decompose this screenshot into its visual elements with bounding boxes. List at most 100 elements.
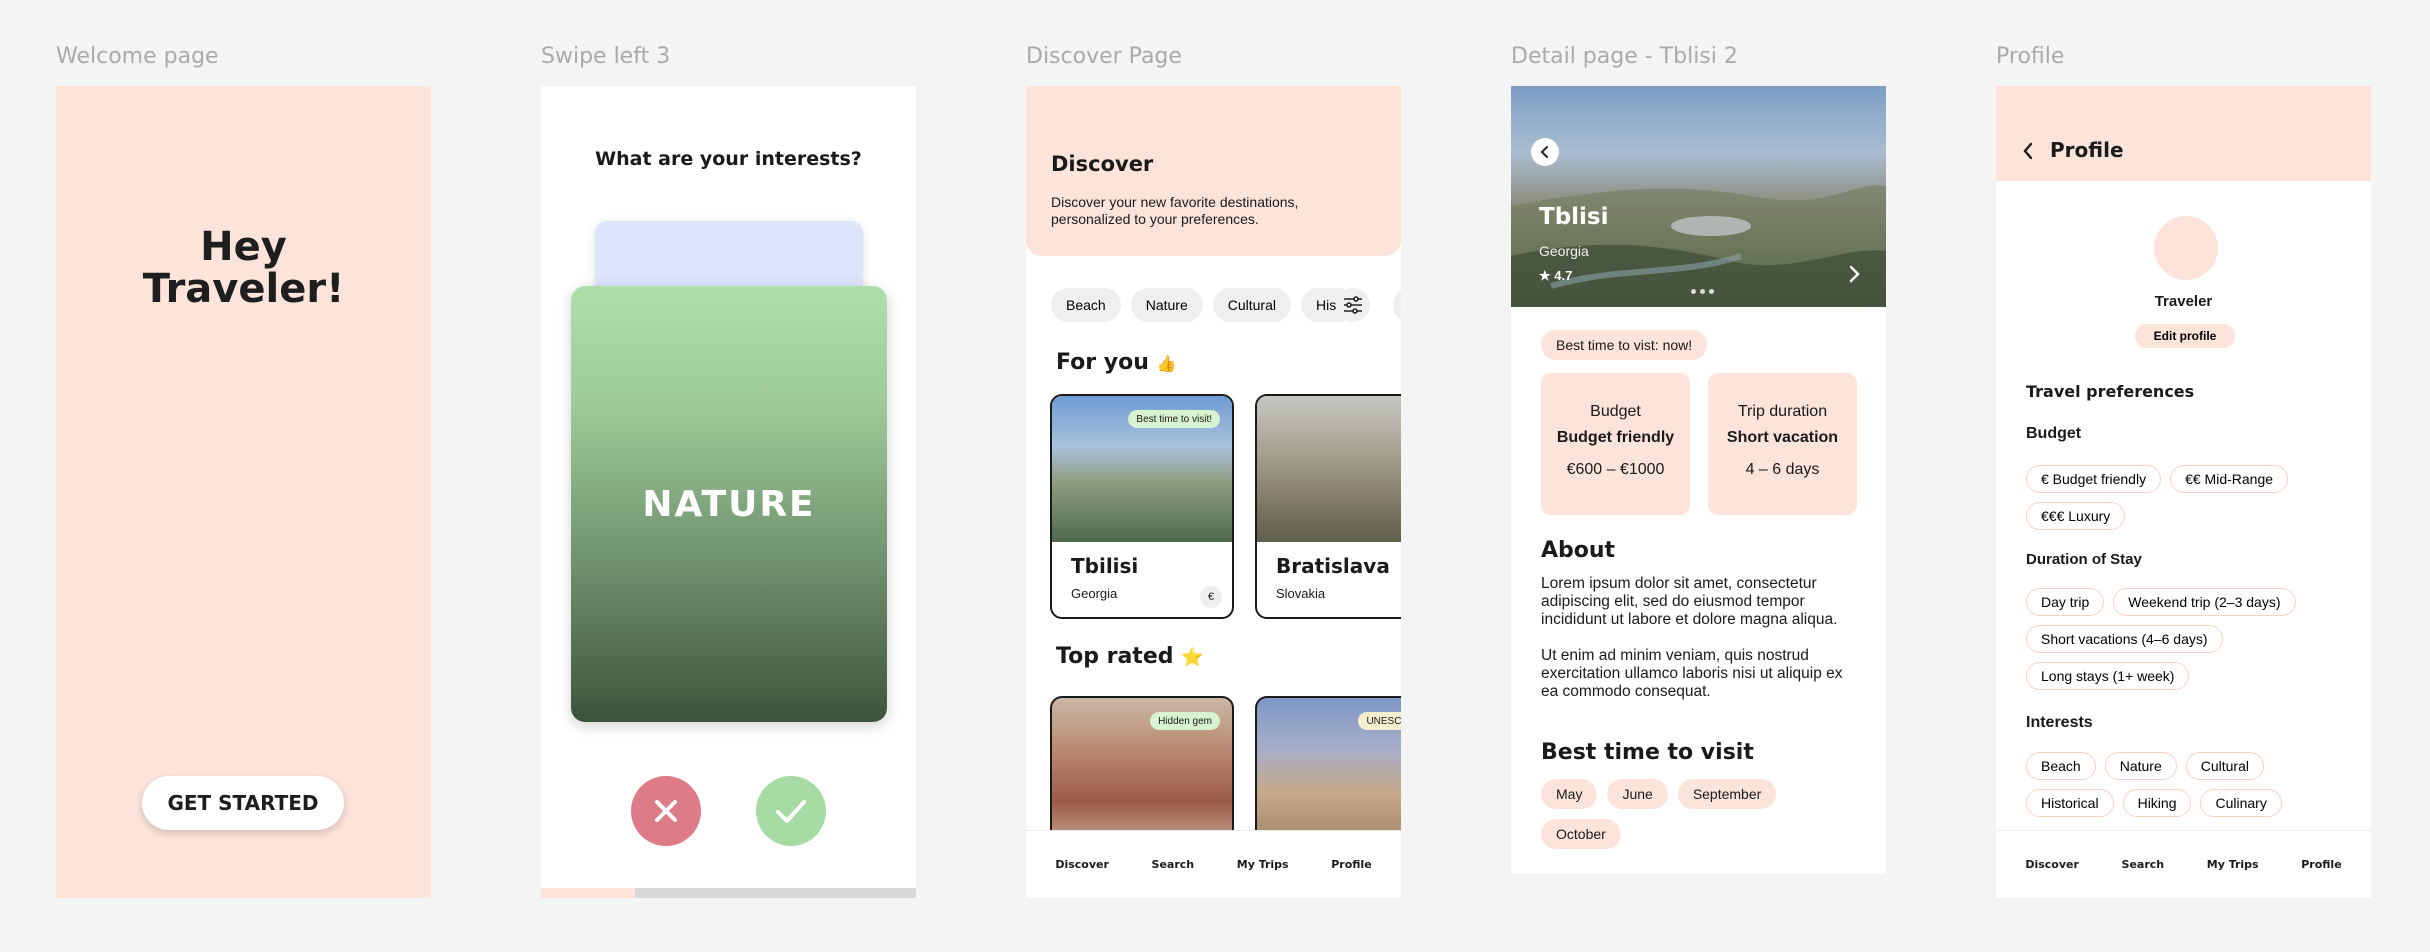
bottom-tab-bar: Discover Search My Trips Profile (1996, 830, 2371, 898)
close-icon (655, 800, 677, 822)
interest-option-historical[interactable]: Historical (2026, 789, 2114, 817)
frame-label-detail: Detail page - Tblisi 2 (1511, 44, 1738, 69)
tab-search[interactable]: Search (1152, 858, 1195, 871)
profile-screen: Profile Traveler Edit profile Travel pre… (1996, 86, 2371, 898)
chip-beach[interactable]: Beach (1051, 288, 1121, 322)
about-paragraph-1: Lorem ipsum dolor sit amet, consectetur … (1541, 575, 1838, 628)
discover-subtitle: Discover your new favorite destinations,… (1051, 194, 1299, 227)
profile-title: Profile (2050, 138, 2124, 162)
interest-option-nature[interactable]: Nature (2104, 752, 2177, 780)
interests-question: What are your interests? (595, 148, 862, 170)
duration-value: Short vacation (1726, 429, 1839, 446)
interest-options: Beach Nature Cultural Historical Hiking … (2026, 752, 2356, 817)
duration-range: 4 – 6 days (1745, 461, 1820, 478)
avatar (2154, 216, 2218, 280)
interest-card[interactable]: NATURE (571, 286, 887, 722)
for-you-heading: For you 👍 (1056, 350, 1176, 375)
duration-option-long-stay[interactable]: Long stays (1+ week) (2026, 662, 2190, 690)
budget-heading: Budget (2026, 425, 2082, 442)
interest-card-label: NATURE (642, 484, 816, 525)
month-chip: May (1541, 779, 1598, 809)
interests-heading: Interests (2026, 714, 2093, 731)
edit-profile-button[interactable]: Edit profile (2135, 324, 2235, 348)
interest-option-cultural[interactable]: Cultural (2185, 752, 2264, 780)
frame-label-welcome: Welcome page (56, 44, 219, 69)
duration-option-short-vacation[interactable]: Short vacations (4–6 days) (2026, 625, 2223, 653)
duration-option-day-trip[interactable]: Day trip (2026, 588, 2105, 616)
frame-label-swipe: Swipe left 3 (541, 44, 671, 69)
get-started-button[interactable]: GET STARTED (142, 776, 344, 830)
about-paragraph-2: Ut enim ad minim veniam, quis nostrud ex… (1541, 647, 1843, 700)
next-image-button[interactable] (1848, 264, 1862, 287)
swipe-screen: What are your interests? NATURE (541, 86, 916, 898)
detail-screen: Tblisi Georgia ★ 4.7 Best time to vist: … (1511, 86, 1886, 874)
swipe-progress-fill (541, 888, 635, 898)
destination-card-tbilisi[interactable]: Best time to visit! Tbilisi Georgia € (1050, 394, 1234, 619)
tab-search[interactable]: Search (2122, 858, 2165, 871)
destination-country: Georgia (1071, 586, 1118, 601)
budget-box: Budget Budget friendly €600 – €1000 (1541, 373, 1690, 515)
best-time-heading: Best time to visit (1541, 740, 1754, 765)
top-rated-card-1[interactable]: Hidden gem (1050, 696, 1234, 846)
star-icon: ⭐ (1181, 647, 1204, 668)
destination-rating: ★ 4.7 (1539, 268, 1573, 283)
frame-label-discover: Discover Page (1026, 44, 1182, 69)
duration-box: Trip duration Short vacation 4 – 6 days (1708, 373, 1857, 515)
destination-card-bratislava[interactable]: Bratislava Slovakia € (1255, 394, 1401, 619)
budget-title: Budget (1590, 403, 1641, 420)
tab-discover[interactable]: Discover (1055, 858, 1109, 871)
destination-country: Slovakia (1276, 586, 1326, 601)
accept-button[interactable] (756, 776, 826, 846)
destination-name: Tbilisi (1071, 554, 1139, 578)
user-name: Traveler (2154, 293, 2213, 310)
interest-option-hiking[interactable]: Hiking (2122, 789, 2192, 817)
back-button[interactable] (1531, 138, 1559, 166)
best-time-pill: Best time to vist: now! (1541, 330, 1708, 360)
budget-range: €600 – €1000 (1566, 461, 1665, 478)
destination-hero-image: Tblisi Georgia ★ 4.7 (1511, 86, 1886, 307)
tab-my-trips[interactable]: My Trips (1237, 858, 1289, 871)
duration-options: Day trip Weekend trip (2–3 days) Short v… (2026, 588, 2356, 690)
welcome-headline: Hey Traveler! (56, 226, 431, 310)
unesco-tag: UNESCO s (1358, 712, 1401, 730)
travel-preferences-heading: Travel preferences (2026, 382, 2195, 401)
interest-option-beach[interactable]: Beach (2026, 752, 2096, 780)
filter-button[interactable] (1336, 288, 1370, 322)
tab-profile[interactable]: Profile (2301, 858, 2341, 871)
chip-nature[interactable]: Nature (1130, 288, 1203, 322)
duration-option-weekend[interactable]: Weekend trip (2–3 days) (2113, 588, 2296, 616)
profile-header: Profile (1996, 86, 2371, 181)
frame-label-profile: Profile (1996, 44, 2065, 69)
best-months-list: May June September October (1541, 779, 1861, 849)
reject-button[interactable] (631, 776, 701, 846)
price-badge: € (1200, 586, 1222, 608)
interest-option-culinary[interactable]: Culinary (2200, 789, 2282, 817)
duration-heading: Duration of Stay (2026, 551, 2142, 568)
destination-name: Bratislava (1276, 554, 1390, 578)
swipe-progress-bar (541, 888, 916, 898)
welcome-headline-line2: Traveler! (142, 266, 345, 312)
check-icon (776, 800, 806, 823)
budget-option-luxury[interactable]: €€€ Luxury (2026, 502, 2126, 530)
budget-value: Budget friendly (1556, 429, 1675, 446)
budget-option-mid-range[interactable]: €€ Mid-Range (2170, 465, 2289, 493)
hidden-gem-tag: Hidden gem (1150, 712, 1220, 730)
chevron-right-icon (1849, 265, 1860, 283)
duration-title: Trip duration (1737, 403, 1828, 420)
chip-cultural[interactable]: Cultural (1212, 288, 1291, 322)
for-you-title: For you (1056, 350, 1149, 375)
destination-country: Georgia (1539, 243, 1589, 259)
chevron-left-icon (1540, 146, 1548, 158)
tab-discover[interactable]: Discover (2025, 858, 2079, 871)
top-rated-heading: Top rated ⭐ (1056, 644, 1204, 669)
budget-option-budget-friendly[interactable]: € Budget friendly (2026, 465, 2162, 493)
chip-more[interactable]: F (1393, 288, 1401, 322)
discover-screen: Discover Discover your new favorite dest… (1026, 86, 1401, 898)
month-chip: September (1677, 779, 1777, 809)
bottom-tab-bar: Discover Search My Trips Profile (1026, 830, 1401, 898)
tab-my-trips[interactable]: My Trips (2207, 858, 2259, 871)
top-rated-card-2[interactable]: UNESCO s (1255, 696, 1401, 846)
about-heading: About (1541, 538, 1616, 563)
back-button[interactable] (2022, 142, 2034, 163)
tab-profile[interactable]: Profile (1331, 858, 1371, 871)
